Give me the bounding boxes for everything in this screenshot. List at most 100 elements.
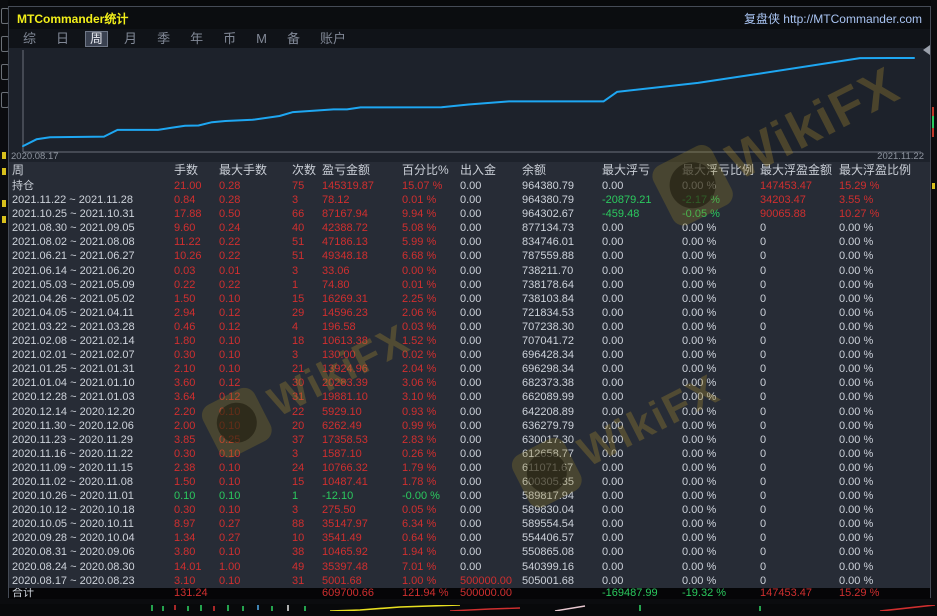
table-row[interactable]: 2020.08.31 ~ 2020.09.063.800.103810465.9… bbox=[9, 545, 930, 559]
menu-item-M[interactable]: M bbox=[252, 31, 271, 47]
cell: 738178.64 bbox=[521, 278, 601, 292]
cell: 0.00 % bbox=[681, 278, 759, 292]
table-row[interactable]: 持仓21.000.2875145319.8715.07 %0.00964380.… bbox=[9, 179, 930, 193]
table-row[interactable]: 2021.08.30 ~ 2021.09.059.600.244042388.7… bbox=[9, 221, 930, 235]
cell: 0.00 bbox=[459, 306, 521, 320]
cell: 0.00 % bbox=[838, 292, 930, 306]
table-row[interactable]: 2020.10.26 ~ 2020.11.010.100.101-12.10-0… bbox=[9, 489, 930, 503]
column-header: 出入金 bbox=[459, 162, 521, 179]
cell: 0 bbox=[759, 461, 838, 475]
cell: 10487.41 bbox=[321, 475, 401, 489]
menu-item-备[interactable]: 备 bbox=[283, 31, 304, 47]
cell: 30 bbox=[291, 376, 321, 390]
cell: 0.00 bbox=[459, 320, 521, 334]
cell: 8.97 bbox=[173, 517, 218, 531]
cell: 2020.12.14 ~ 2020.12.20 bbox=[11, 405, 173, 419]
cell: 0.00 bbox=[459, 292, 521, 306]
cell: 0.00 bbox=[601, 292, 681, 306]
menu-item-月[interactable]: 月 bbox=[120, 31, 141, 47]
scroll-left-arrow-icon[interactable] bbox=[923, 45, 930, 55]
table-row[interactable]: 2020.11.09 ~ 2020.11.152.380.102410766.3… bbox=[9, 461, 930, 475]
cell: 589830.04 bbox=[521, 503, 601, 517]
cell: 0.00 bbox=[459, 376, 521, 390]
table-row[interactable]: 2021.01.25 ~ 2021.01.312.100.102113924.9… bbox=[9, 362, 930, 376]
cell: 0.00 bbox=[459, 447, 521, 461]
menu-item-账户[interactable]: 账户 bbox=[316, 31, 350, 47]
cell: 0.00 bbox=[601, 235, 681, 249]
cell: 14.01 bbox=[173, 560, 218, 574]
cell: 0.00 % bbox=[838, 461, 930, 475]
cell: 1.00 % bbox=[401, 574, 459, 588]
table-row[interactable]: 2021.08.02 ~ 2021.08.0811.220.225147186.… bbox=[9, 235, 930, 249]
table-row[interactable]: 2020.08.17 ~ 2020.08.233.100.10315001.68… bbox=[9, 574, 930, 588]
table-row[interactable]: 2021.03.22 ~ 2021.03.280.460.124196.580.… bbox=[9, 320, 930, 334]
brand-link[interactable]: 复盘侠 http://MTCommander.com bbox=[744, 10, 922, 27]
cell: 2020.10.05 ~ 2020.10.11 bbox=[11, 517, 173, 531]
table-row[interactable]: 2021.06.21 ~ 2021.06.2710.260.225149348.… bbox=[9, 249, 930, 263]
cell: 121.94 % bbox=[401, 588, 459, 599]
cell: 5929.10 bbox=[321, 405, 401, 419]
cell: 609700.66 bbox=[321, 588, 401, 599]
cell: 78.12 bbox=[321, 193, 401, 207]
table-row[interactable]: 2021.02.08 ~ 2021.02.141.800.101810613.3… bbox=[9, 334, 930, 348]
menu-item-季[interactable]: 季 bbox=[153, 31, 174, 47]
column-header: 最大手数 bbox=[218, 162, 291, 179]
cell: 10766.32 bbox=[321, 461, 401, 475]
menu-item-周[interactable]: 周 bbox=[85, 31, 108, 47]
cell: 0.00 % bbox=[838, 419, 930, 433]
cell: 0.00 bbox=[459, 193, 521, 207]
cell: 0.22 bbox=[218, 235, 291, 249]
cell: 0.00 bbox=[601, 461, 681, 475]
cell: 738211.70 bbox=[521, 264, 601, 278]
cell: 38 bbox=[291, 545, 321, 559]
table-row[interactable]: 2020.09.28 ~ 2020.10.041.340.27103541.49… bbox=[9, 531, 930, 545]
cell: 0.10 bbox=[218, 503, 291, 517]
menu-item-日[interactable]: 日 bbox=[52, 31, 73, 47]
cell: 2020.08.31 ~ 2020.09.06 bbox=[11, 545, 173, 559]
cell: 0.00 bbox=[601, 433, 681, 447]
table-row[interactable]: 2021.04.05 ~ 2021.04.112.940.122914596.2… bbox=[9, 306, 930, 320]
cell: 0.00 % bbox=[681, 221, 759, 235]
cell: 0.00 % bbox=[838, 348, 930, 362]
cell: 2021.02.08 ~ 2021.02.14 bbox=[11, 334, 173, 348]
table-row[interactable]: 2021.02.01 ~ 2021.02.070.300.103130.000.… bbox=[9, 348, 930, 362]
table-row[interactable]: 2021.06.14 ~ 2021.06.200.030.01333.060.0… bbox=[9, 264, 930, 278]
cell: 964380.79 bbox=[521, 179, 601, 193]
table-row[interactable]: 2020.11.23 ~ 2020.11.293.850.253717358.5… bbox=[9, 433, 930, 447]
table-row[interactable]: 2020.12.28 ~ 2021.01.033.640.123119881.1… bbox=[9, 390, 930, 404]
table-row[interactable]: 2020.11.02 ~ 2020.11.081.500.101510487.4… bbox=[9, 475, 930, 489]
cell: 0.00 % bbox=[681, 489, 759, 503]
table-row[interactable]: 2020.11.16 ~ 2020.11.220.300.1031587.100… bbox=[9, 447, 930, 461]
cell: 2021.08.30 ~ 2021.09.05 bbox=[11, 221, 173, 235]
cell: 0.12 bbox=[218, 390, 291, 404]
cell: 147453.47 bbox=[759, 588, 838, 599]
cell: 0.00 bbox=[459, 419, 521, 433]
cell: 0.00 % bbox=[838, 447, 930, 461]
cell: 0 bbox=[759, 278, 838, 292]
cell: 2021.01.04 ~ 2021.01.10 bbox=[11, 376, 173, 390]
cell: -19.32 % bbox=[681, 588, 759, 599]
menubar: 综日周月季年币M备账户 bbox=[9, 29, 930, 48]
table-row[interactable]: 2021.01.04 ~ 2021.01.103.600.123020283.3… bbox=[9, 376, 930, 390]
cell: 2020.11.16 ~ 2020.11.22 bbox=[11, 447, 173, 461]
table-row[interactable]: 2021.04.26 ~ 2021.05.021.500.101516269.3… bbox=[9, 292, 930, 306]
cell: 3.55 % bbox=[838, 193, 930, 207]
table-row[interactable]: 2020.08.24 ~ 2020.08.3014.011.004935397.… bbox=[9, 560, 930, 574]
equity-chart: WikiFX 2020.08.17 2021.11.22 bbox=[9, 48, 930, 162]
cell: 15.29 % bbox=[838, 588, 930, 599]
menu-item-年[interactable]: 年 bbox=[186, 31, 207, 47]
cell: 0.00 % bbox=[838, 545, 930, 559]
table-header-row: 周手数最大手数次数盈亏金额百分比%出入金余额最大浮亏最大浮亏比例最大浮盈金额最大… bbox=[9, 162, 930, 179]
cell: 1.78 % bbox=[401, 475, 459, 489]
table-row[interactable]: 2021.05.03 ~ 2021.05.090.220.22174.800.0… bbox=[9, 278, 930, 292]
table-row[interactable]: 2020.10.12 ~ 2020.10.180.300.103275.500.… bbox=[9, 503, 930, 517]
table-row[interactable]: 2020.11.30 ~ 2020.12.062.000.10206262.49… bbox=[9, 419, 930, 433]
cell: 2020.10.26 ~ 2020.11.01 bbox=[11, 489, 173, 503]
menu-item-综[interactable]: 综 bbox=[19, 31, 40, 47]
table-row[interactable]: 2020.12.14 ~ 2020.12.202.200.10225929.10… bbox=[9, 405, 930, 419]
table-row[interactable]: 2021.10.25 ~ 2021.10.3117.880.506687167.… bbox=[9, 207, 930, 221]
menu-item-币[interactable]: 币 bbox=[219, 31, 240, 47]
table-row[interactable]: 2020.10.05 ~ 2020.10.118.970.278835147.9… bbox=[9, 517, 930, 531]
cell: -2.17 % bbox=[681, 193, 759, 207]
table-row[interactable]: 2021.11.22 ~ 2021.11.280.840.28378.120.0… bbox=[9, 193, 930, 207]
